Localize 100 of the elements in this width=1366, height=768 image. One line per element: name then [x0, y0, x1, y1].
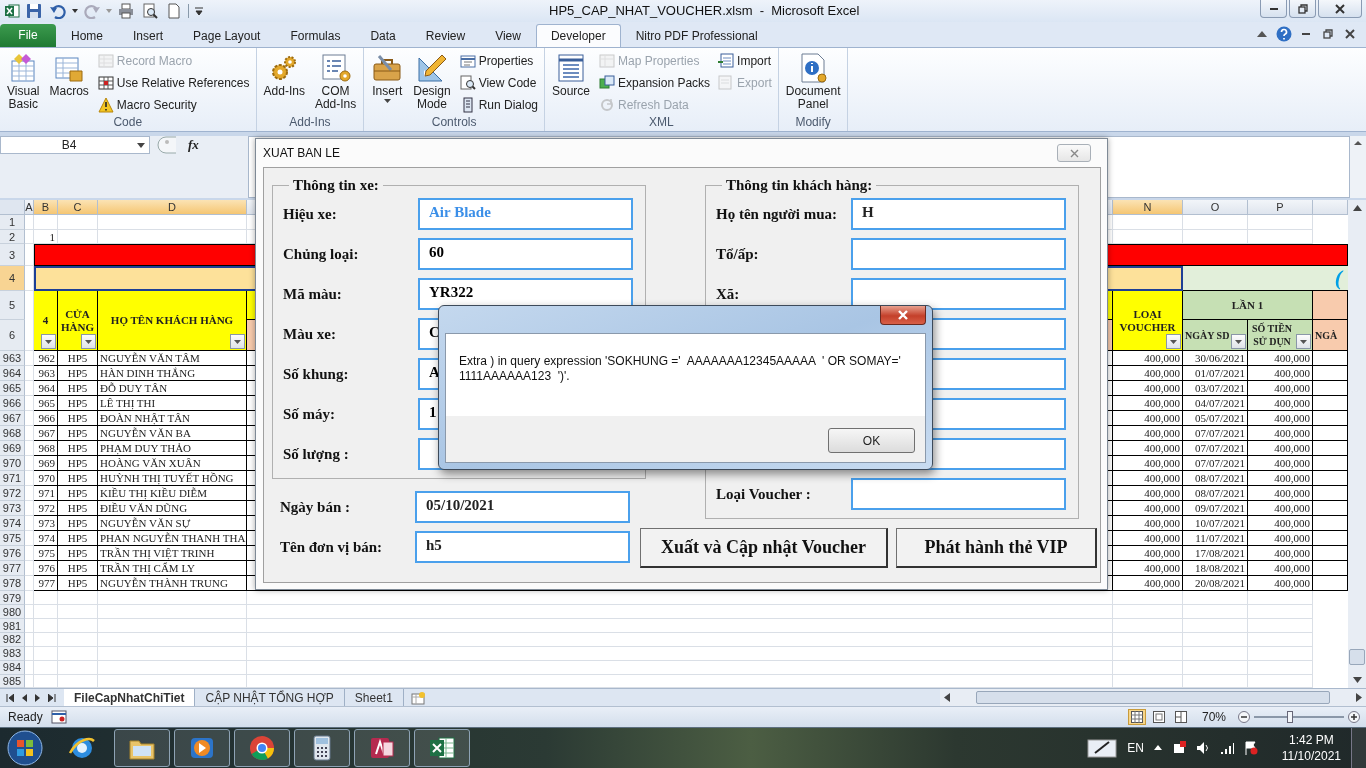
ribbon-button[interactable]: Macro Security: [95, 94, 252, 115]
ribbon-button[interactable]: Design Mode: [410, 50, 454, 115]
text-field[interactable]: h5: [415, 531, 630, 563]
ribbon-tab[interactable]: View: [480, 23, 536, 47]
ribbon-tab[interactable]: Data: [355, 23, 411, 47]
ribbon-button[interactable]: Import: [716, 50, 774, 71]
group-label: Code: [112, 114, 144, 131]
group-label: XML: [648, 114, 675, 131]
column-header[interactable]: N: [1113, 200, 1183, 216]
text-field[interactable]: H: [851, 198, 1066, 230]
language-indicator[interactable]: EN: [1127, 740, 1144, 755]
table-cell: 04/07/2021: [1183, 396, 1248, 412]
name-box[interactable]: B4: [0, 136, 150, 155]
column-header[interactable]: C: [58, 200, 98, 216]
clock-time[interactable]: 1:42 PM: [1289, 731, 1334, 748]
table-cell: HP5: [58, 501, 98, 517]
row-header[interactable]: 980: [0, 605, 25, 620]
table-cell: HP5: [58, 486, 98, 502]
ribbon-button[interactable]: Macros: [46, 50, 92, 115]
table-cell: 976: [34, 561, 58, 577]
ribbon-tab[interactable]: Insert: [118, 23, 179, 47]
ribbon-button[interactable]: Properties: [457, 50, 540, 71]
table-cell: 965: [34, 396, 58, 412]
ribbon-tab[interactable]: Developer: [535, 23, 621, 47]
column-header[interactable]: O: [1183, 200, 1248, 216]
window-title: HP5_CAP_NHAT_VOUCHER.xlsm - Microsoft Excel: [549, 3, 860, 19]
ribbon-tab[interactable]: Home: [56, 23, 118, 47]
ribbon-button[interactable]: Visual Basic: [4, 50, 43, 115]
table-cell: 400,000: [1248, 486, 1313, 502]
row-header[interactable]: 970: [0, 456, 25, 472]
row-header[interactable]: 973: [0, 501, 25, 517]
table-cell: KIỀU THỊ KIỀU DIỄM: [98, 486, 247, 502]
row-header[interactable]: 6: [0, 320, 25, 352]
row-header[interactable]: 976: [0, 546, 25, 562]
text-field[interactable]: 05/10/2021: [415, 491, 630, 523]
action-button[interactable]: Xuất và Cập nhật Voucher: [640, 528, 888, 568]
ribbon-tab[interactable]: Review: [410, 23, 481, 47]
column-header[interactable]: P: [1248, 200, 1313, 216]
table-cell: 964: [34, 381, 58, 397]
ribbon-tab[interactable]: Formulas: [275, 23, 356, 47]
row-header[interactable]: 4: [0, 266, 25, 292]
ribbon-button[interactable]: View Code: [457, 72, 540, 93]
row-header[interactable]: 965: [0, 381, 25, 397]
table-cell: 400,000: [1113, 471, 1183, 487]
row-header[interactable]: 2: [0, 230, 25, 245]
row-header[interactable]: 978: [0, 576, 25, 592]
table-cell: 963: [34, 366, 58, 382]
row-header[interactable]: 974: [0, 516, 25, 532]
frame-title: Thông tin xe:: [292, 177, 380, 194]
action-button[interactable]: Phát hành thẻ VIP: [896, 528, 1097, 568]
column-heading: NGÀ: [1315, 329, 1338, 342]
clock-date[interactable]: 11/10/2021: [1281, 747, 1341, 764]
row-header[interactable]: 967: [0, 411, 25, 427]
ribbon-button[interactable]: Use Relative References: [95, 72, 252, 93]
row-header[interactable]: 1: [0, 215, 25, 231]
row-header[interactable]: 981: [0, 619, 25, 634]
row-header[interactable]: 982: [0, 633, 25, 647]
row-header[interactable]: 5: [0, 291, 25, 321]
row-header[interactable]: 969: [0, 441, 25, 457]
field-label: Mã màu:: [283, 285, 343, 303]
sheet-tab[interactable]: FileCapNhatChiTiet: [64, 689, 196, 707]
row-header[interactable]: 3: [0, 244, 25, 267]
text-field[interactable]: 60: [418, 238, 633, 270]
table-cell: 400,000: [1113, 576, 1183, 592]
ribbon-button[interactable]: Add-Ins: [260, 50, 308, 115]
field-label: Ngày bán :: [280, 498, 351, 516]
row-header[interactable]: 963: [0, 351, 25, 367]
table-cell: 400,000: [1113, 531, 1183, 547]
column-header[interactable]: B: [34, 200, 58, 216]
row-header[interactable]: 979: [0, 591, 25, 606]
row-header[interactable]: 964: [0, 366, 25, 382]
row-header[interactable]: 968: [0, 426, 25, 442]
ribbon-button[interactable]: Run Dialog: [457, 94, 540, 115]
table-cell: 400,000: [1248, 576, 1313, 592]
ribbon-button[interactable]: COM Add-Ins: [311, 50, 360, 115]
table-cell: 08/07/2021: [1183, 471, 1248, 487]
row-header[interactable]: 966: [0, 396, 25, 412]
row-header[interactable]: 977: [0, 561, 25, 577]
file-tab[interactable]: File: [0, 23, 56, 47]
ribbon-button[interactable]: Expansion Packs: [597, 72, 713, 93]
ribbon-tab[interactable]: Page Layout: [178, 23, 276, 47]
error-message: Extra ) in query expression 'SOKHUNG =' AAAAAAA12345AAAAA ' OR SOMAY=' 1111AAAAAA123 ')'.: [459, 354, 902, 384]
table-cell: HÀN DINH THẮNG: [98, 366, 247, 382]
ok-button[interactable]: OK: [828, 428, 915, 453]
insert-function-button[interactable]: fx: [182, 136, 205, 155]
row-header[interactable]: 975: [0, 531, 25, 547]
ribbon-button[interactable]: Source: [549, 50, 594, 115]
table-cell: 400,000: [1113, 561, 1183, 577]
table-cell: NGUYỄN THÀNH TRUNG: [98, 576, 247, 592]
row-header[interactable]: 972: [0, 486, 25, 502]
column-header[interactable]: D: [98, 200, 247, 216]
table-cell: 17/08/2021: [1183, 546, 1248, 562]
table-cell: ĐỖ DUY TÂN: [98, 381, 247, 397]
zoom-level[interactable]: 70%: [1201, 709, 1226, 724]
table-cell: 400,000: [1113, 486, 1183, 502]
row-header[interactable]: 971: [0, 471, 25, 487]
ribbon-button[interactable]: Document Panel: [782, 50, 844, 115]
ribbon-tab[interactable]: Nitro PDF Professional: [620, 23, 773, 47]
ribbon-button[interactable]: Insert: [368, 50, 407, 115]
field-label: Tên đơn vị bán:: [280, 538, 384, 556]
